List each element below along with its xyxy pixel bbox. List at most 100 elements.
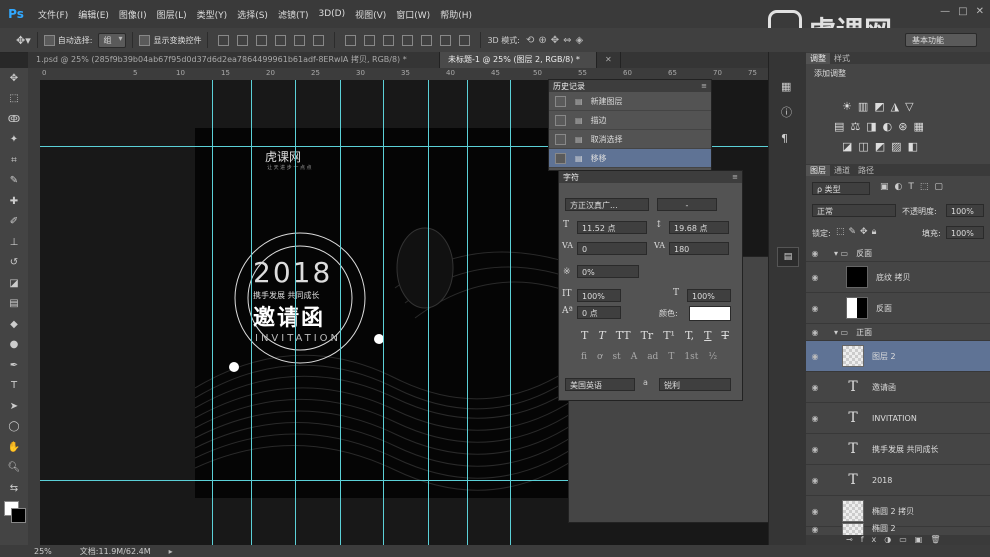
distribute-right-icon[interactable] xyxy=(440,34,452,46)
pen-tool-icon[interactable]: ✒ xyxy=(0,355,28,376)
visibility-eye-icon[interactable]: ◉ xyxy=(806,352,824,361)
small-caps-icon[interactable]: Tr xyxy=(641,329,654,342)
menu-view[interactable]: 视图(V) xyxy=(355,8,386,21)
history-item[interactable]: ▤ 描边 xyxy=(549,111,711,130)
3d-mode-icons[interactable]: ⟲⊕✥⇔◈ xyxy=(526,35,587,46)
tab-styles[interactable]: 样式 xyxy=(830,53,854,64)
menu-select[interactable]: 选择(S) xyxy=(237,8,268,21)
align-bottom-icon[interactable] xyxy=(256,34,268,46)
visibility-eye-icon[interactable]: ◉ xyxy=(806,507,824,516)
baseline-shift-field[interactable]: 0 点 xyxy=(577,306,621,319)
path-selection-tool-icon[interactable]: ➤ xyxy=(0,396,28,417)
history-checkbox[interactable] xyxy=(555,152,566,164)
group-toggle-icon[interactable]: ▾ ▭ xyxy=(834,328,848,337)
character-panel-title[interactable]: 字符 xyxy=(563,172,579,183)
visibility-eye-icon[interactable]: ◉ xyxy=(806,476,824,485)
auto-align-icon[interactable] xyxy=(459,34,471,46)
language-select[interactable]: 美国英语 xyxy=(565,378,635,391)
blur-tool-icon[interactable]: ◆ xyxy=(0,314,28,335)
visibility-eye-icon[interactable]: ◉ xyxy=(806,445,824,454)
opacity-field[interactable]: 100% xyxy=(946,204,984,217)
eyedropper-tool-icon[interactable]: ✎ xyxy=(0,171,28,192)
superscript-icon[interactable]: T¹ xyxy=(663,329,675,342)
titling-alternates-icon[interactable]: T xyxy=(668,352,674,362)
layer-row-selected[interactable]: ◉ 图层 2 xyxy=(806,341,990,372)
stylistic-alternates-icon[interactable]: ad xyxy=(647,352,658,362)
auto-select-dropdown[interactable]: 组 xyxy=(98,32,127,48)
strikethrough-icon[interactable]: T xyxy=(722,329,729,342)
hand-tool-icon[interactable]: ✋ xyxy=(0,437,28,458)
marquee-tool-icon[interactable]: ⬚ xyxy=(0,89,28,110)
align-hcenter-icon[interactable] xyxy=(294,34,306,46)
visibility-eye-icon[interactable]: ◉ xyxy=(806,383,824,392)
layer-row[interactable]: ◉ T 2018 xyxy=(806,465,990,496)
maximize-icon[interactable]: □ xyxy=(958,6,967,17)
fractions-icon[interactable]: ½ xyxy=(708,352,717,362)
move-tool-icon[interactable]: ✥▾ xyxy=(16,34,31,47)
underline-icon[interactable]: T xyxy=(704,329,711,342)
layer-row[interactable]: ◉ T 携手发展 共同成长 xyxy=(806,434,990,465)
faux-bold-icon[interactable]: T xyxy=(581,329,588,342)
layers-bottom-toolbar[interactable]: ⊸fx◑▭▣🗑︎ xyxy=(806,535,990,545)
tab-paths[interactable]: 路径 xyxy=(854,165,878,176)
menu-layer[interactable]: 图层(L) xyxy=(157,8,187,21)
tab-document-2[interactable]: 未标题-1 @ 25% (图层 2, RGB/8) * xyxy=(440,52,597,68)
layer-row[interactable]: ◉ 底纹 拷贝 xyxy=(806,262,990,293)
align-vcenter-icon[interactable] xyxy=(237,34,249,46)
healing-brush-tool-icon[interactable]: ✚ xyxy=(0,191,28,212)
menu-filter[interactable]: 滤镜(T) xyxy=(278,8,309,21)
align-top-icon[interactable] xyxy=(218,34,230,46)
old-style-icon[interactable]: ơ xyxy=(597,352,602,362)
auto-select-checkbox[interactable] xyxy=(43,34,55,46)
visibility-eye-icon[interactable]: ◉ xyxy=(806,414,824,423)
stamp-tool-icon[interactable]: ⊥ xyxy=(0,232,28,253)
histogram-icon[interactable]: ▦ xyxy=(781,74,807,100)
history-panel-title[interactable]: 历史记录 xyxy=(553,81,585,92)
guide-vertical[interactable] xyxy=(383,80,384,545)
distribute-vcenter-icon[interactable] xyxy=(364,34,376,46)
guide-vertical[interactable] xyxy=(295,80,296,545)
visibility-eye-icon[interactable]: ◉ xyxy=(806,328,824,337)
subscript-icon[interactable]: T, xyxy=(685,329,694,342)
crop-tool-icon[interactable]: ⌗ xyxy=(0,150,28,171)
guide-vertical[interactable] xyxy=(251,80,252,545)
history-checkbox[interactable] xyxy=(555,114,566,126)
type-tool-icon[interactable]: T xyxy=(0,376,28,397)
tracking-field[interactable]: 180 xyxy=(669,242,729,255)
adjustment-icons-row-3[interactable]: ◪◫◩▨◧ xyxy=(842,140,924,153)
fill-field[interactable]: 100% xyxy=(946,226,984,239)
zoom-tool-icon[interactable]: 🔍︎ xyxy=(0,458,28,479)
menu-help[interactable]: 帮助(H) xyxy=(440,8,472,21)
tab-close-icon[interactable]: ✕ xyxy=(597,52,621,68)
menu-image[interactable]: 图像(I) xyxy=(119,8,147,21)
leading-field[interactable]: 19.68 点 xyxy=(669,221,729,234)
layer-row[interactable]: ◉ T INVITATION xyxy=(806,403,990,434)
info-icon[interactable]: ⓘ xyxy=(781,100,807,126)
paragraph-icon[interactable]: ¶ xyxy=(781,126,807,152)
ligatures-icon[interactable]: fi xyxy=(581,352,587,362)
history-checkbox[interactable] xyxy=(555,95,566,107)
distribute-left-icon[interactable] xyxy=(402,34,414,46)
font-size-field[interactable]: 11.52 点 xyxy=(577,221,647,234)
faux-italic-icon[interactable]: T xyxy=(598,329,605,342)
distribute-top-icon[interactable] xyxy=(345,34,357,46)
move-tool-icon[interactable]: ✥ xyxy=(0,68,28,89)
status-arrow-icon[interactable]: ▸ xyxy=(169,547,173,556)
distribute-hcenter-icon[interactable] xyxy=(421,34,433,46)
distribute-bottom-icon[interactable] xyxy=(383,34,395,46)
layer-row[interactable]: ◉ T 邀请函 xyxy=(806,372,990,403)
antialias-select[interactable]: 锐利 xyxy=(659,378,731,391)
font-family-select[interactable]: 方正汉真广... xyxy=(565,198,649,211)
menu-file[interactable]: 文件(F) xyxy=(38,8,68,21)
font-style-select[interactable]: - xyxy=(657,198,717,211)
guide-vertical[interactable] xyxy=(467,80,468,545)
history-checkbox[interactable] xyxy=(555,133,566,145)
horizontal-scale-field[interactable]: 100% xyxy=(687,289,731,302)
visibility-eye-icon[interactable]: ◉ xyxy=(806,304,824,313)
guide-vertical[interactable] xyxy=(212,80,213,545)
menu-edit[interactable]: 编辑(E) xyxy=(78,8,109,21)
menu-type[interactable]: 类型(Y) xyxy=(197,8,228,21)
align-left-icon[interactable] xyxy=(275,34,287,46)
history-item-selected[interactable]: ▤ 移移 xyxy=(549,149,711,168)
ellipse-tool-icon[interactable]: ◯ xyxy=(0,417,28,438)
